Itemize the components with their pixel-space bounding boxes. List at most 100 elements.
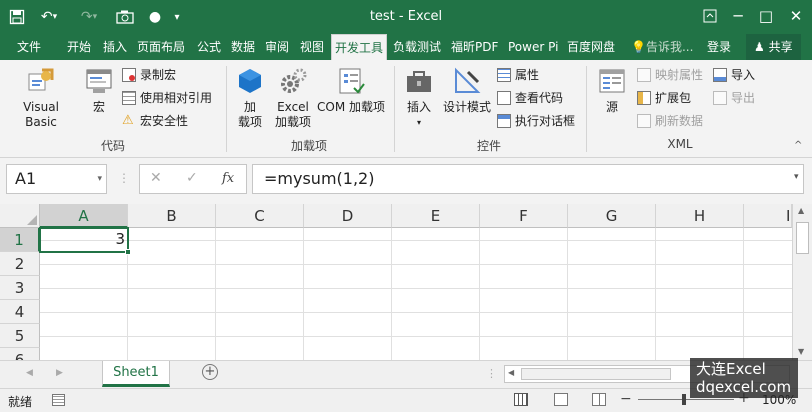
expand-formula-bar-icon[interactable]: ▾	[794, 172, 799, 182]
row-header[interactable]: 2	[0, 252, 40, 276]
fill-handle[interactable]	[125, 249, 131, 255]
cancel-icon[interactable]: ✕	[150, 170, 162, 186]
tab-insert[interactable]: 插入	[100, 34, 130, 60]
horizontal-scroll-thumb[interactable]	[521, 368, 671, 380]
tab-baidu-netdisk[interactable]: 百度网盘	[564, 34, 618, 60]
addins-label-line1: 加	[243, 100, 256, 114]
column-header[interactable]: B	[128, 204, 216, 228]
maximize-button[interactable]: □	[752, 4, 780, 28]
scroll-up-icon[interactable]: ▲	[798, 206, 804, 215]
scroll-down-icon[interactable]: ▼	[798, 347, 804, 356]
run-dialog-icon	[497, 113, 511, 128]
xml-export-button[interactable]: 导出	[713, 89, 755, 106]
column-header[interactable]: G	[568, 204, 656, 228]
column-header[interactable]: C	[216, 204, 304, 228]
login-link[interactable]: 登录	[704, 34, 734, 60]
view-code-button[interactable]: 查看代码	[497, 89, 563, 106]
tab-load-test[interactable]: 负载测试	[390, 34, 444, 60]
select-all-corner[interactable]	[0, 204, 40, 228]
com-addins-button[interactable]: COM 加载项	[314, 66, 388, 115]
addins-button[interactable]: 加 载项	[232, 66, 268, 130]
tab-developer[interactable]: 开发工具	[331, 34, 388, 60]
tab-data[interactable]: 数据	[228, 34, 258, 60]
macro-security-button[interactable]: ⚠ 宏安全性	[122, 112, 188, 129]
zoom-out-icon[interactable]: −	[620, 391, 632, 407]
column-header[interactable]: H	[656, 204, 744, 228]
row-header[interactable]: 4	[0, 300, 40, 324]
scroll-sheets-right-icon[interactable]: ▶	[56, 368, 63, 378]
properties-button[interactable]: 属性	[497, 66, 539, 83]
tab-home[interactable]: 开始	[64, 34, 94, 60]
row-header[interactable]: 3	[0, 276, 40, 300]
tab-formulas[interactable]: 公式	[194, 34, 224, 60]
sheet-tab-sheet1[interactable]: Sheet1	[102, 361, 170, 387]
toolbox-icon	[407, 71, 431, 92]
view-code-icon	[497, 90, 511, 105]
vertical-scrollbar[interactable]: ▲ ▼	[792, 204, 812, 360]
page-break-view-icon[interactable]	[592, 393, 606, 406]
group-label-code: 代码	[100, 139, 125, 153]
tell-me-box[interactable]: 💡告诉我...	[628, 34, 696, 60]
xml-source-button[interactable]: 源	[594, 66, 630, 115]
macro-recording-icon[interactable]	[52, 394, 65, 406]
macros-icon	[86, 69, 112, 93]
tab-power-pivot[interactable]: Power Pi	[505, 34, 561, 60]
visual-basic-button[interactable]: Visual Basic	[6, 66, 76, 130]
tab-view[interactable]: 视图	[297, 34, 327, 60]
row-header[interactable]: 1	[0, 228, 40, 252]
expansion-packs-icon	[637, 90, 651, 105]
map-properties-button[interactable]: 映射属性	[637, 66, 703, 83]
vertical-scroll-thumb[interactable]	[796, 222, 809, 254]
worksheet-grid[interactable]: A B C D E F G H I 1 2 3 4 5 6 3	[0, 204, 812, 360]
design-mode-label: 设计模式	[442, 100, 491, 114]
xml-source-icon	[599, 69, 625, 93]
column-header[interactable]: D	[304, 204, 392, 228]
import-icon	[713, 67, 727, 82]
column-header[interactable]: E	[392, 204, 480, 228]
zoom-slider[interactable]	[638, 394, 734, 405]
tab-page-layout[interactable]: 页面布局	[134, 34, 188, 60]
run-dialog-button[interactable]: 执行对话框	[497, 112, 575, 129]
tab-review[interactable]: 审阅	[262, 34, 292, 60]
row-header[interactable]: 6	[0, 348, 40, 360]
scroll-left-icon[interactable]: ◀	[508, 368, 514, 377]
record-macro-button[interactable]: 录制宏	[122, 66, 176, 83]
insert-control-button[interactable]: 插入 ▾	[400, 66, 438, 130]
relative-reference-button[interactable]: 使用相对引用	[122, 89, 212, 106]
status-ready: 就绪	[8, 395, 33, 409]
expansion-packs-label: 扩展包	[655, 91, 692, 105]
design-mode-icon	[455, 67, 481, 93]
macros-button[interactable]: 宏	[82, 66, 116, 115]
design-mode-button[interactable]: 设计模式	[440, 66, 494, 115]
formula-bar: A1 ▾ ⋮ ✕ ✓ fx =mysum(1,2) ▾	[0, 158, 812, 204]
tab-split-grip[interactable]: ⋮	[486, 367, 497, 380]
column-header[interactable]: A	[40, 204, 128, 228]
page-layout-view-icon[interactable]	[554, 393, 568, 406]
enter-icon[interactable]: ✓	[186, 170, 198, 186]
expansion-packs-button[interactable]: 扩展包	[637, 89, 691, 106]
zoom-slider-thumb[interactable]	[682, 394, 686, 405]
scroll-sheets-left-icon[interactable]: ◀	[26, 368, 33, 378]
minimize-button[interactable]: ─	[724, 4, 752, 28]
active-cell-a1[interactable]: 3	[39, 227, 129, 253]
column-header[interactable]: F	[480, 204, 568, 228]
formula-bar-grip[interactable]: ⋮	[118, 171, 130, 185]
collapse-ribbon-icon[interactable]: ^	[794, 140, 802, 151]
lightbulb-icon: 💡	[631, 40, 646, 54]
tab-file[interactable]: 文件	[14, 34, 44, 60]
column-header[interactable]: I	[744, 204, 792, 228]
row-header[interactable]: 5	[0, 324, 40, 348]
normal-view-icon[interactable]	[514, 393, 528, 406]
group-label-controls: 控件	[476, 139, 501, 153]
close-button[interactable]: ✕	[782, 4, 810, 28]
excel-addins-button[interactable]: Excel 加载项	[272, 66, 314, 130]
refresh-data-button[interactable]: 刷新数据	[637, 112, 703, 129]
tab-foxit-pdf[interactable]: 福昕PDF	[448, 34, 501, 60]
name-box[interactable]: A1 ▾	[6, 164, 107, 194]
share-button[interactable]: ♟ 共享	[746, 34, 801, 60]
ribbon-display-icon[interactable]	[696, 4, 724, 28]
insert-function-icon[interactable]: fx	[222, 171, 234, 186]
formula-input[interactable]: =mysum(1,2)	[252, 164, 804, 194]
new-sheet-icon[interactable]: +	[202, 364, 218, 380]
xml-import-button[interactable]: 导入	[713, 66, 755, 83]
